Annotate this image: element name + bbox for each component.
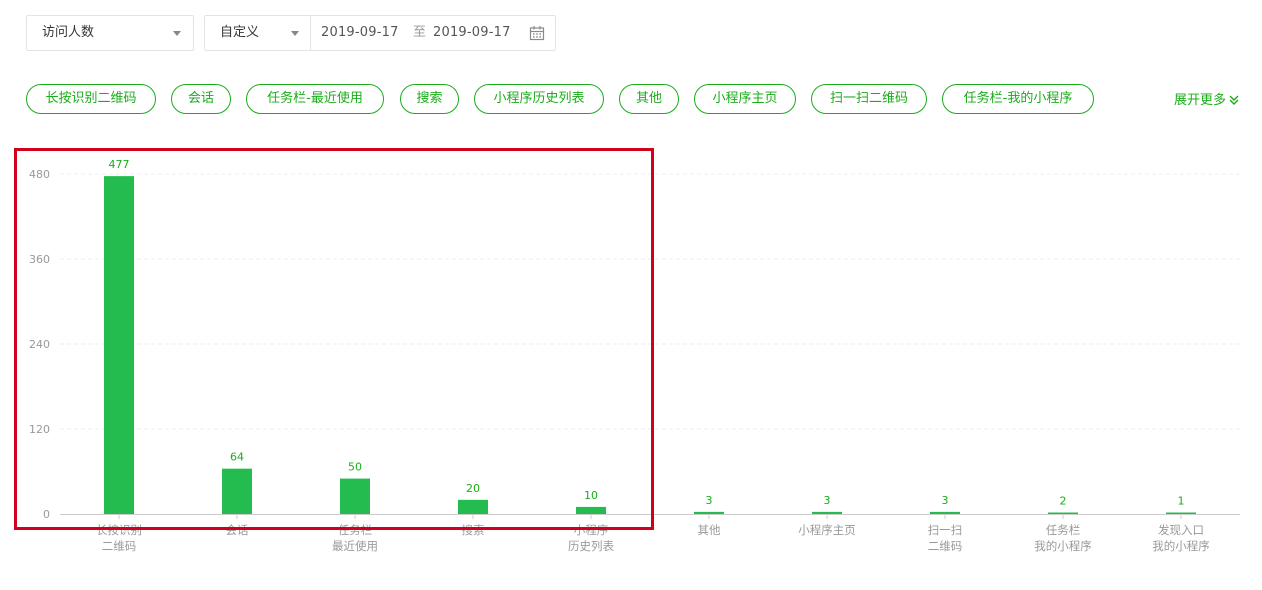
x-tick-label: 会话 <box>226 523 249 537</box>
x-tick-label: 其他 <box>698 523 721 537</box>
x-tick-label: 小程序 <box>574 523 609 537</box>
x-tick-label: 长按识别 <box>96 523 142 537</box>
value-label: 3 <box>706 494 713 507</box>
source-bar-chart: 0 120 240 360 480 477 长按识别二维码 64 会话 50 任务栏最近使用 20 搜索… <box>29 158 1240 553</box>
y-tick-label: 0 <box>43 508 50 521</box>
bar <box>576 506 606 514</box>
bar <box>694 511 724 514</box>
x-tick-label: 任务栏 <box>1046 523 1081 537</box>
x-tick-label: 最近使用 <box>332 539 378 553</box>
y-tick-label: 240 <box>29 338 50 351</box>
value-label: 10 <box>584 489 598 502</box>
value-label: 1 <box>1178 495 1185 508</box>
bar <box>458 499 488 514</box>
value-label: 477 <box>109 158 130 171</box>
x-tick-label: 小程序主页 <box>798 523 856 537</box>
x-tick-label: 二维码 <box>928 539 963 553</box>
x-tick-label: 二维码 <box>102 539 137 553</box>
value-label: 50 <box>348 461 362 474</box>
x-tick-label: 我的小程序 <box>1152 539 1210 553</box>
x-tick-label: 任务栏 <box>338 523 373 537</box>
x-tick-label: 发现入口 <box>1158 523 1204 537</box>
bar <box>1166 512 1196 514</box>
y-tick-label: 120 <box>29 423 50 436</box>
x-tick-label: 扫一扫 <box>928 523 963 537</box>
bar <box>340 478 370 514</box>
value-label: 20 <box>466 482 480 495</box>
x-tick-label: 我的小程序 <box>1034 539 1092 553</box>
y-tick-label: 480 <box>29 168 50 181</box>
value-label: 64 <box>230 451 244 464</box>
value-label: 3 <box>942 494 949 507</box>
y-tick-label: 360 <box>29 253 50 266</box>
x-tick-label: 历史列表 <box>568 539 614 553</box>
x-tick-label: 搜索 <box>462 523 485 537</box>
bar <box>222 468 252 514</box>
value-label: 2 <box>1060 495 1067 508</box>
bar <box>104 176 134 514</box>
value-label: 3 <box>824 494 831 507</box>
bar <box>812 511 842 514</box>
bar <box>1048 512 1078 514</box>
bar <box>930 511 960 514</box>
